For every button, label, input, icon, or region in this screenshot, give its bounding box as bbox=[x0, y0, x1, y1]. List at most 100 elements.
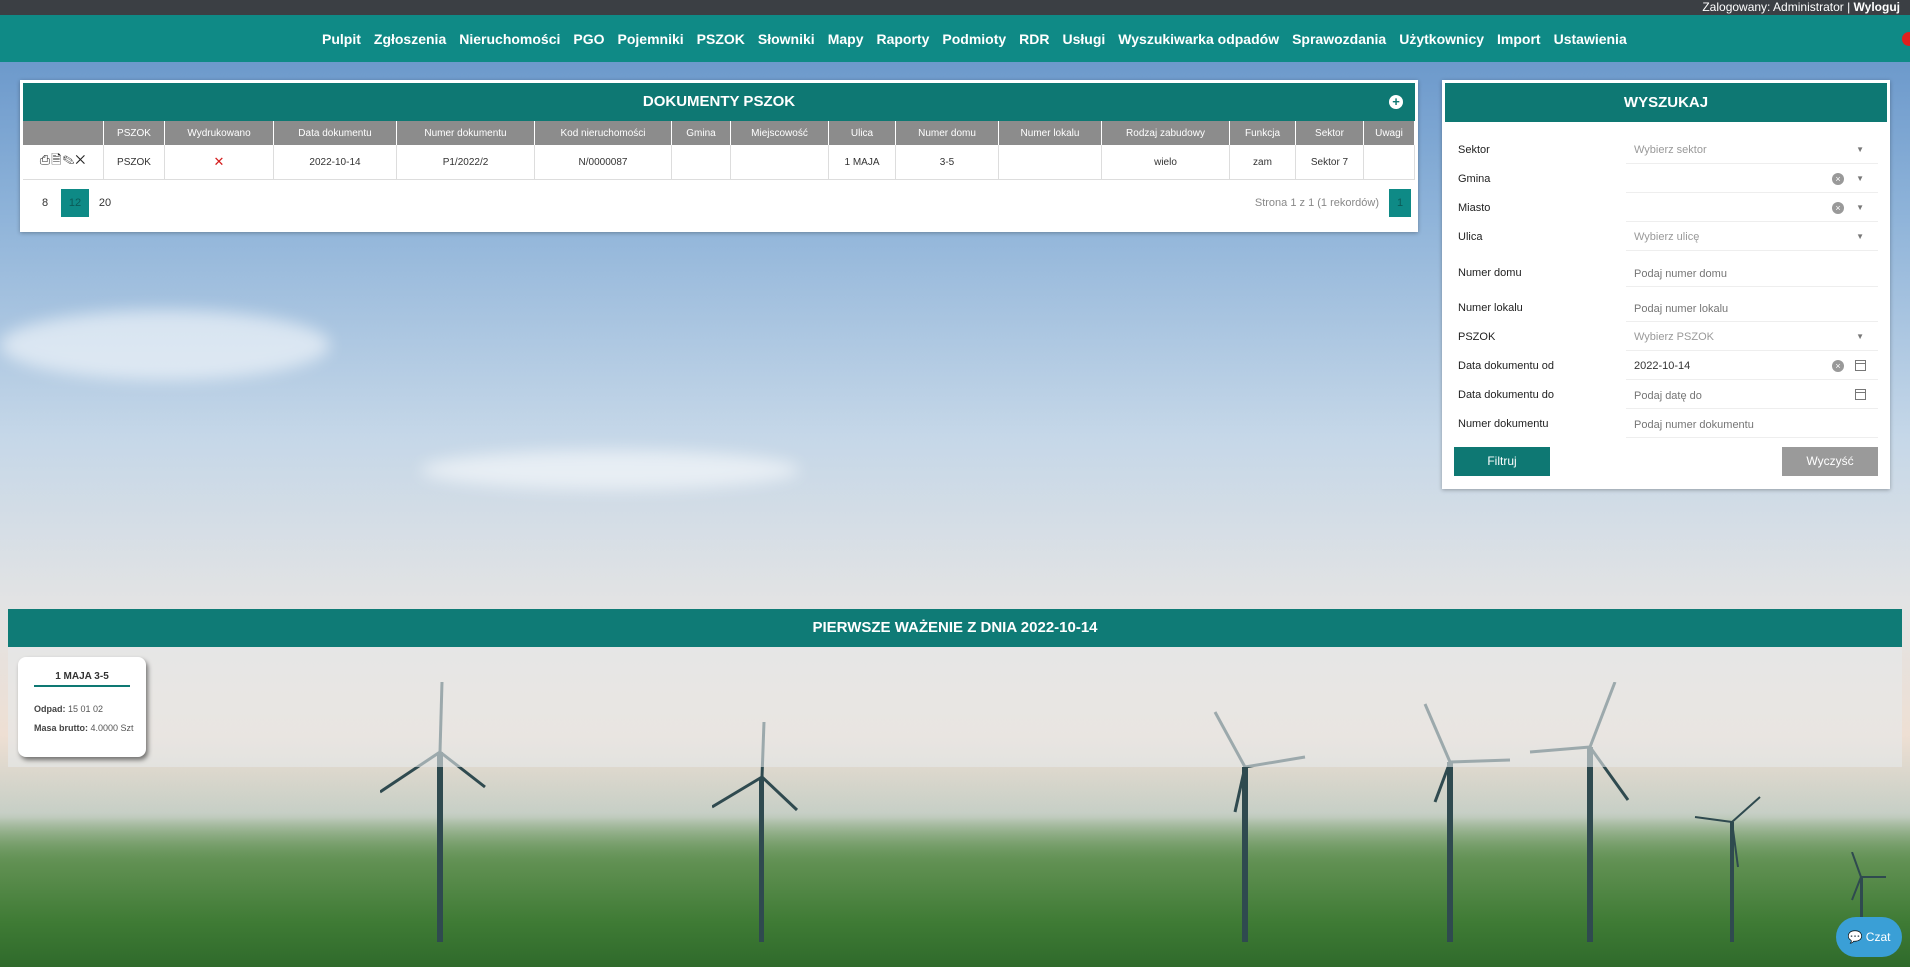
cell-street: 1 MAJA bbox=[828, 145, 896, 180]
edit-icon[interactable]: ✎ bbox=[63, 152, 76, 167]
nav-item-uzytkownicy[interactable]: Użytkownicy bbox=[1399, 31, 1484, 47]
street-select[interactable]: Wybierz ulicę bbox=[1626, 225, 1878, 251]
chat-label: Czat bbox=[1865, 930, 1891, 944]
page-size-option[interactable]: 8 bbox=[31, 189, 59, 217]
weighing-title: PIERWSZE WAŻENIE Z DNIA 2022-10-14 bbox=[812, 619, 1098, 636]
cell-flat bbox=[998, 145, 1102, 180]
cell-town bbox=[730, 145, 829, 180]
nav-item-rdr[interactable]: RDR bbox=[1019, 31, 1049, 47]
doc-number-input[interactable] bbox=[1626, 412, 1878, 438]
chevron-down-icon[interactable]: ▼ bbox=[1856, 332, 1864, 341]
nav-item-sprawozdania[interactable]: Sprawozdania bbox=[1292, 31, 1386, 47]
column-header-function[interactable]: Funkcja bbox=[1229, 121, 1296, 145]
house-label: Numer domu bbox=[1458, 267, 1522, 279]
cell-date: 2022-10-14 bbox=[273, 145, 397, 180]
nav-item-slowniki[interactable]: Słowniki bbox=[758, 31, 815, 47]
column-header-code[interactable]: Kod nieruchomości bbox=[534, 121, 672, 145]
column-header-actions bbox=[23, 121, 104, 145]
pszok-select[interactable]: Wybierz PSZOK bbox=[1626, 325, 1878, 351]
waste-line: Odpad: 15 01 02 bbox=[34, 704, 103, 714]
calendar-icon[interactable] bbox=[1855, 389, 1866, 400]
waste-value: 15 01 02 bbox=[68, 704, 104, 714]
nav-item-nieruchomosci[interactable]: Nieruchomości bbox=[459, 31, 560, 47]
calendar-icon[interactable] bbox=[1855, 360, 1866, 371]
cell-sector: Sektor 7 bbox=[1295, 145, 1364, 180]
clear-city-icon[interactable]: × bbox=[1832, 202, 1844, 214]
login-info: Zalogowany: Administrator | Wyloguj bbox=[1702, 0, 1900, 14]
column-header-date[interactable]: Data dokumentu bbox=[273, 121, 397, 145]
table-header-row: PSZOK Wydrukowano Data dokumentu Numer d… bbox=[23, 121, 1415, 145]
chevron-down-icon[interactable]: ▼ bbox=[1856, 174, 1864, 183]
page-size-option[interactable]: 20 bbox=[91, 189, 119, 217]
cloud-decoration bbox=[0, 310, 330, 380]
column-header-town[interactable]: Miejscowość bbox=[730, 121, 829, 145]
flat-label: Numer lokalu bbox=[1458, 302, 1523, 314]
nav-item-pszok[interactable]: PSZOK bbox=[697, 31, 745, 47]
city-row: Miasto × ▼ bbox=[1458, 196, 1878, 222]
clear-gmina-icon[interactable]: × bbox=[1832, 173, 1844, 185]
chevron-down-icon[interactable]: ▼ bbox=[1856, 203, 1864, 212]
pagination: 8 12 20 Strona 1 z 1 (1 rekordów) 1 bbox=[23, 180, 1415, 220]
nav-item-mapy[interactable]: Mapy bbox=[828, 31, 864, 47]
house-number-input[interactable] bbox=[1626, 261, 1878, 287]
column-header-gmina[interactable]: Gmina bbox=[671, 121, 731, 145]
flat-number-input[interactable] bbox=[1626, 296, 1878, 322]
gmina-row: Gmina × ▼ bbox=[1458, 167, 1878, 193]
date-from-label: Data dokumentu od bbox=[1458, 360, 1555, 372]
column-header-street[interactable]: Ulica bbox=[828, 121, 896, 145]
nav-item-pulpit[interactable]: Pulpit bbox=[322, 31, 361, 47]
nav-item-podmioty[interactable]: Podmioty bbox=[942, 31, 1006, 47]
logged-user-label: Zalogowany: Administrator | bbox=[1702, 0, 1851, 14]
chat-button[interactable]: 💬 Czat bbox=[1836, 917, 1902, 957]
column-header-flat[interactable]: Numer lokalu bbox=[998, 121, 1102, 145]
column-header-notes[interactable]: Uwagi bbox=[1363, 121, 1415, 145]
search-title: WYSZUKAJ bbox=[1623, 94, 1709, 111]
page-size-option-active[interactable]: 12 bbox=[61, 189, 89, 217]
print-icon[interactable]: ⎙ bbox=[40, 152, 51, 167]
logout-link[interactable]: Wyloguj bbox=[1854, 0, 1900, 14]
cell-printed-status-icon: ✕ bbox=[164, 145, 274, 180]
page-button-current[interactable]: 1 bbox=[1389, 189, 1411, 217]
weighing-card[interactable]: 1 MAJA 3-5 Odpad: 15 01 02 Masa brutto: … bbox=[18, 657, 146, 757]
cell-gmina bbox=[671, 145, 731, 180]
nav-item-zgloszenia[interactable]: Zgłoszenia bbox=[374, 31, 446, 47]
search-panel-header: WYSZUKAJ bbox=[1445, 83, 1887, 122]
documents-panel-header: DOKUMENTY PSZOK + bbox=[23, 83, 1415, 121]
mass-line: Masa brutto: 4.0000 Szt bbox=[34, 723, 134, 733]
delete-icon[interactable]: ✕ bbox=[75, 152, 86, 167]
filter-button[interactable]: Filtruj bbox=[1454, 447, 1550, 476]
nav-item-uslugi[interactable]: Usługi bbox=[1063, 31, 1106, 47]
flat-row: Numer lokalu bbox=[1458, 296, 1878, 322]
nav-item-ustawienia[interactable]: Ustawienia bbox=[1554, 31, 1627, 47]
column-header-sector[interactable]: Sektor bbox=[1295, 121, 1364, 145]
chevron-down-icon[interactable]: ▼ bbox=[1856, 232, 1864, 241]
cell-function: zam bbox=[1229, 145, 1296, 180]
nav-item-pojemniki[interactable]: Pojemniki bbox=[618, 31, 684, 47]
pszok-label: PSZOK bbox=[1458, 331, 1496, 343]
nav-item-import[interactable]: Import bbox=[1497, 31, 1541, 47]
chevron-down-icon[interactable]: ▼ bbox=[1856, 145, 1864, 154]
weighing-header: PIERWSZE WAŻENIE Z DNIA 2022-10-14 bbox=[8, 609, 1902, 647]
add-document-icon[interactable]: + bbox=[1389, 95, 1403, 109]
column-header-build-type[interactable]: Rodzaj zabudowy bbox=[1101, 121, 1230, 145]
print-preview-icon[interactable]: 🗎 bbox=[51, 152, 62, 167]
sector-select[interactable]: Wybierz sektor bbox=[1626, 138, 1878, 164]
column-header-house[interactable]: Numer domu bbox=[895, 121, 999, 145]
top-status-bar: Zalogowany: Administrator | Wyloguj bbox=[0, 0, 1910, 15]
nav-item-wyszukiwarka[interactable]: Wyszukiwarka odpadów bbox=[1118, 31, 1279, 47]
waste-label: Odpad: bbox=[34, 704, 66, 714]
page-size-selector: 8 12 20 bbox=[31, 189, 121, 217]
date-to-input[interactable] bbox=[1626, 383, 1878, 409]
column-header-printed[interactable]: Wydrukowano bbox=[164, 121, 274, 145]
notification-dot-icon[interactable] bbox=[1902, 32, 1910, 46]
nav-item-raporty[interactable]: Raporty bbox=[876, 31, 929, 47]
gmina-label: Gmina bbox=[1458, 173, 1491, 185]
table-row[interactable]: ⎙🗎✎✕ PSZOK ✕ 2022-10-14 P1/2022/2 N/0000… bbox=[23, 145, 1415, 180]
nav-item-pgo[interactable]: PGO bbox=[573, 31, 604, 47]
column-header-number[interactable]: Numer dokumentu bbox=[396, 121, 535, 145]
clear-button[interactable]: Wyczyść bbox=[1782, 447, 1878, 476]
chat-bubble-icon: 💬 bbox=[1847, 930, 1863, 944]
column-header-pszok[interactable]: PSZOK bbox=[103, 121, 165, 145]
page-info: Strona 1 z 1 (1 rekordów) bbox=[1254, 197, 1379, 209]
clear-date-icon[interactable]: × bbox=[1832, 360, 1844, 372]
